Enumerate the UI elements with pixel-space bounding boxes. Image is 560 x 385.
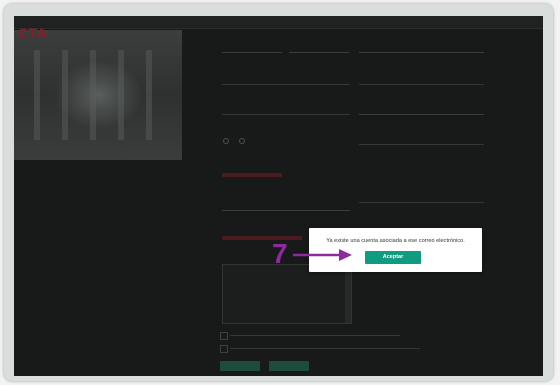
radio-option [223,138,229,144]
step-number-annotation: 7 [272,238,288,269]
arrow-right-icon [293,249,352,261]
field-underline [222,114,350,115]
field-underline [359,84,484,85]
register-button [269,361,309,371]
consent-text [230,348,420,349]
dialog-message: Ya existe una cuenta asociada a ese corr… [326,238,465,244]
site-logo: CTA [18,25,48,41]
accept-button[interactable]: Aceptar [365,251,421,264]
hero-image [14,30,182,160]
registration-page-dimmed: CTA Ya existe una cuenta asociada a ese … [14,16,543,376]
back-button [220,361,260,371]
field-day [222,40,282,53]
terms-checkbox [220,332,228,340]
consent-checkbox [220,345,228,353]
field-underline [359,202,484,203]
top-navigation [14,16,543,29]
field-year [289,40,349,53]
interests-listbox [222,264,352,324]
radio-option [239,138,245,144]
browser-window: CTA Ya existe una cuenta asociada a ese … [4,4,553,381]
terms-text [230,335,400,336]
field-select [359,102,484,115]
section-heading [222,236,302,240]
field-country [359,40,484,53]
section-heading [222,173,282,177]
field-underline [359,144,484,145]
field-select [222,198,350,211]
field-underline [222,84,350,85]
